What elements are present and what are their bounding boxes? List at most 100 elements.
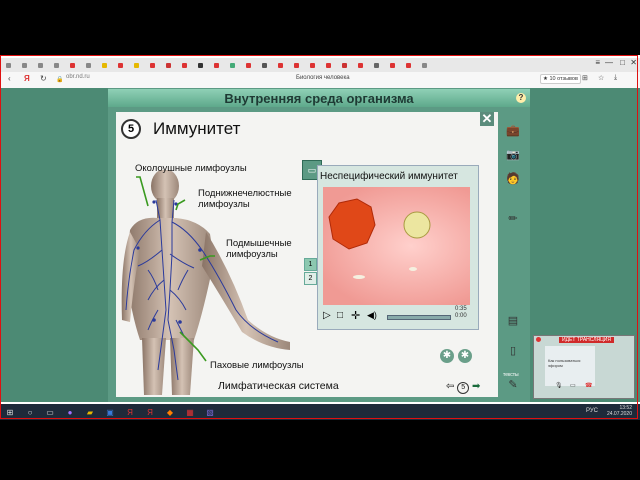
- browser-tab-26[interactable]: [401, 60, 416, 70]
- clock[interactable]: 13:52 24.07.2020: [607, 405, 632, 417]
- yandex-icon[interactable]: Я: [24, 74, 30, 83]
- tab-favicon-icon: [422, 62, 427, 68]
- browser-tab-7[interactable]: [97, 60, 112, 70]
- browser-tab-3[interactable]: [33, 60, 48, 70]
- yandex-browser-icon[interactable]: Я: [144, 407, 156, 417]
- browser-tab-6[interactable]: [81, 60, 96, 70]
- download-icon[interactable]: ⤓: [614, 74, 617, 82]
- camera-icon[interactable]: 📷: [505, 148, 521, 162]
- close-button[interactable]: ✕: [480, 112, 494, 126]
- tab-favicon-icon: [294, 62, 299, 68]
- tab-favicon-icon: [390, 62, 395, 68]
- play-icon[interactable]: ▷: [323, 310, 331, 321]
- time-total: 0:35: [455, 306, 467, 312]
- browser-tab-13[interactable]: [193, 60, 208, 70]
- star-button-1[interactable]: ✱: [440, 349, 454, 363]
- stop-icon[interactable]: □: [337, 310, 343, 321]
- browser-tab-18[interactable]: [273, 60, 288, 70]
- video-screen[interactable]: [323, 187, 470, 305]
- menu-icon[interactable]: ≡: [595, 58, 600, 67]
- hangup-icon[interactable]: ☎: [585, 382, 592, 389]
- lock-icon: 🔒: [56, 77, 64, 83]
- browser-tab-12[interactable]: [177, 60, 192, 70]
- person-icon[interactable]: 🧑: [505, 172, 521, 186]
- back-icon[interactable]: ‹: [8, 74, 11, 83]
- teams-icon[interactable]: ▧: [204, 407, 216, 417]
- store-icon[interactable]: ▣: [104, 407, 116, 417]
- browser-tab-2[interactable]: [17, 60, 32, 70]
- tab-favicon-icon: [374, 62, 379, 68]
- browser-tab-1[interactable]: [1, 60, 16, 70]
- browser-tab-22[interactable]: [337, 60, 352, 70]
- tab-favicon-icon: [310, 62, 315, 68]
- task-view-icon[interactable]: ▭: [44, 407, 56, 417]
- mic-icon[interactable]: 🎙: [555, 382, 563, 389]
- taskbar: ⊞ ○ ▭ ● ▰ ▣ Я Я ◆ ▦ ▧ РУС 13:52 24.07.20…: [0, 404, 640, 420]
- page-icon[interactable]: ▯: [505, 344, 521, 358]
- clip-2-button[interactable]: 2: [304, 272, 317, 285]
- tab-favicon-icon: [406, 62, 411, 68]
- search-icon[interactable]: ○: [24, 407, 36, 417]
- notebook-icon[interactable]: ▤: [505, 314, 521, 328]
- url-field[interactable]: obr.nd.ru: [66, 74, 90, 80]
- tab-favicon-icon: [150, 62, 155, 68]
- browser-tab-17[interactable]: [257, 60, 272, 70]
- maximize-icon[interactable]: □: [620, 58, 625, 67]
- file-explorer-icon[interactable]: ▰: [84, 407, 96, 417]
- pager: ⇦ 5 ➡: [446, 381, 480, 394]
- browser-tab-27[interactable]: [417, 60, 432, 70]
- minimize-icon[interactable]: —: [605, 58, 613, 67]
- letterbox-top: [0, 0, 640, 55]
- browser-tab-15[interactable]: [225, 60, 240, 70]
- reviews-badge[interactable]: ★ 10 отзывов: [540, 74, 581, 84]
- browser-tab-21[interactable]: [321, 60, 336, 70]
- browser-tab-23[interactable]: [353, 60, 368, 70]
- prev-page-icon[interactable]: ⇦: [446, 381, 454, 392]
- help-button[interactable]: ?: [516, 93, 526, 103]
- clip-1-button[interactable]: 1: [304, 258, 317, 271]
- star-icon[interactable]: ☆: [598, 74, 604, 82]
- figure-caption: Лимфатическая система: [218, 380, 339, 392]
- browser-tab-9[interactable]: [129, 60, 144, 70]
- section-heading: Иммунитет: [153, 119, 241, 138]
- close-window-icon[interactable]: ✕: [630, 58, 637, 67]
- screen-share-icon[interactable]: ▭: [570, 382, 576, 389]
- browser-tab-14[interactable]: [209, 60, 224, 70]
- label-axillary-nodes-2: лимфоузлы: [226, 249, 278, 260]
- browser-tab-11[interactable]: [161, 60, 176, 70]
- label-axillary-nodes-1: Подмышечные: [226, 238, 292, 249]
- browser-tab-16[interactable]: [241, 60, 256, 70]
- app-icon-2[interactable]: ◆: [164, 407, 176, 417]
- app-title: Внутренняя среда организма: [224, 90, 414, 106]
- next-page-icon[interactable]: ➡: [472, 381, 480, 392]
- app-icon-1[interactable]: ●: [64, 407, 76, 417]
- browser-tab-8[interactable]: [113, 60, 128, 70]
- seek-bar[interactable]: [387, 315, 451, 320]
- video-controls: ▷ □ ✛ ◀) 0:35 0:00: [321, 306, 471, 326]
- record-dot: [536, 337, 541, 342]
- tray-lang[interactable]: РУС: [586, 408, 598, 414]
- zoom-icon[interactable]: ✛: [351, 309, 360, 322]
- bookmark-icon[interactable]: ⊞: [582, 74, 588, 82]
- reload-icon[interactable]: ↻: [40, 74, 47, 83]
- volume-icon[interactable]: ◀): [367, 310, 377, 321]
- browser-tab-20[interactable]: [305, 60, 320, 70]
- browser-tab-24[interactable]: [369, 60, 384, 70]
- pdf-icon[interactable]: ▦: [184, 407, 196, 417]
- letterbox-bottom: [0, 420, 640, 480]
- windows-start-icon[interactable]: ⊞: [4, 407, 16, 417]
- pencil-icon[interactable]: ✏: [505, 212, 521, 226]
- page-number: 5: [457, 382, 470, 394]
- browser-tab-10[interactable]: [145, 60, 160, 70]
- macrophage-cell: [328, 198, 376, 250]
- star-button-2[interactable]: ✱: [458, 349, 472, 363]
- tab-favicon-icon: [342, 62, 347, 68]
- briefcase-icon[interactable]: 💼: [505, 124, 521, 138]
- tab-favicon-icon: [326, 62, 331, 68]
- yandex-taskbar-icon[interactable]: Я: [124, 407, 136, 417]
- note-icon[interactable]: ✎: [505, 378, 521, 392]
- browser-tab-5[interactable]: [65, 60, 80, 70]
- browser-tab-4[interactable]: [49, 60, 64, 70]
- browser-tab-25[interactable]: [385, 60, 400, 70]
- browser-tab-19[interactable]: [289, 60, 304, 70]
